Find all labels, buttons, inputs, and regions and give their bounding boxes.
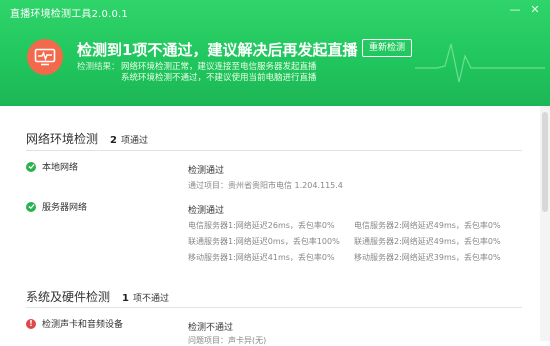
local-network-item: 本地网络 (26, 160, 78, 173)
system-section-title: 系统及硬件检测 (26, 290, 111, 304)
local-network-label: 本地网络 (42, 163, 79, 173)
server-latency-unicom-2: 联通服务器2:网络延迟49ms，丢包率0% (354, 237, 501, 246)
server-latency-unicom-1: 联通服务器1:网络延迟0ms，丢包率100% (188, 237, 340, 246)
result-label: 检测结果： (77, 62, 120, 72)
minimize-button[interactable]: — (508, 3, 522, 17)
window-controls: — ✕ (508, 3, 542, 17)
network-pass-count: 2 (110, 135, 117, 146)
local-network-detail: 通过项目：贵州省贵阳市电信 1.204.115.4 (188, 181, 343, 190)
close-button[interactable]: ✕ (528, 3, 542, 17)
server-network-status: 检测通过 (188, 206, 225, 216)
network-section-header: 网络环境检测 2 项通过 (26, 130, 148, 150)
server-network-item: 服务器网络 (26, 200, 87, 213)
monitor-pulse-icon (34, 48, 56, 66)
sound-card-status: 检测不通过 (188, 323, 234, 333)
heartbeat-decoration-icon (415, 43, 545, 83)
scrollbar-thumb[interactable] (542, 112, 548, 212)
check-icon (26, 201, 36, 212)
check-icon (26, 161, 36, 172)
server-network-label: 服务器网络 (42, 203, 88, 213)
app-title: 直播环境检测工具2.0.0.1 (10, 9, 128, 20)
error-icon: ! (26, 318, 36, 329)
monitor-badge (27, 39, 63, 75)
sound-card-item: ! 检测声卡和音频设备 (26, 317, 123, 330)
server-latency-telecom-1: 电信服务器1:网络延迟26ms，丢包率0% (188, 221, 335, 230)
sound-card-label: 检测声卡和音频设备 (42, 320, 124, 330)
server-latency-mobile-2: 移动服务器2:网络延迟39ms，丢包率0% (354, 253, 501, 262)
network-pass-text: 项通过 (120, 136, 148, 146)
server-latency-mobile-1: 移动服务器1:网络延迟41ms，丢包率0% (188, 253, 335, 262)
system-divider (26, 307, 522, 308)
network-divider (26, 150, 522, 151)
header-banner: 直播环境检测工具2.0.0.1 — ✕ 检测到1项不通过，建议解决后再发起直播 … (0, 0, 550, 106)
result-line-system: 系统环境检测不通过，不建议使用当前电脑进行直播 (121, 73, 317, 83)
server-latency-telecom-2: 电信服务器2:网络延迟49ms，丢包率0% (354, 221, 501, 230)
system-fail-count: 1 (122, 293, 129, 304)
retest-button[interactable]: 重新检测 (362, 39, 412, 57)
result-summary: 检测结果： 网络环境检测正常，建议连接至电信服务器发起直播 系统环境检测不通过，… (77, 62, 317, 84)
local-network-status: 检测通过 (188, 166, 225, 176)
system-section-header: 系统及硬件检测 1 项不通过 (26, 288, 169, 308)
network-section-title: 网络环境检测 (26, 132, 99, 146)
system-fail-text: 项不通过 (132, 294, 169, 304)
headline: 检测到1项不通过，建议解决后再发起直播 (77, 41, 358, 59)
result-line-network: 网络环境检测正常，建议连接至电信服务器发起直播 (121, 62, 317, 72)
